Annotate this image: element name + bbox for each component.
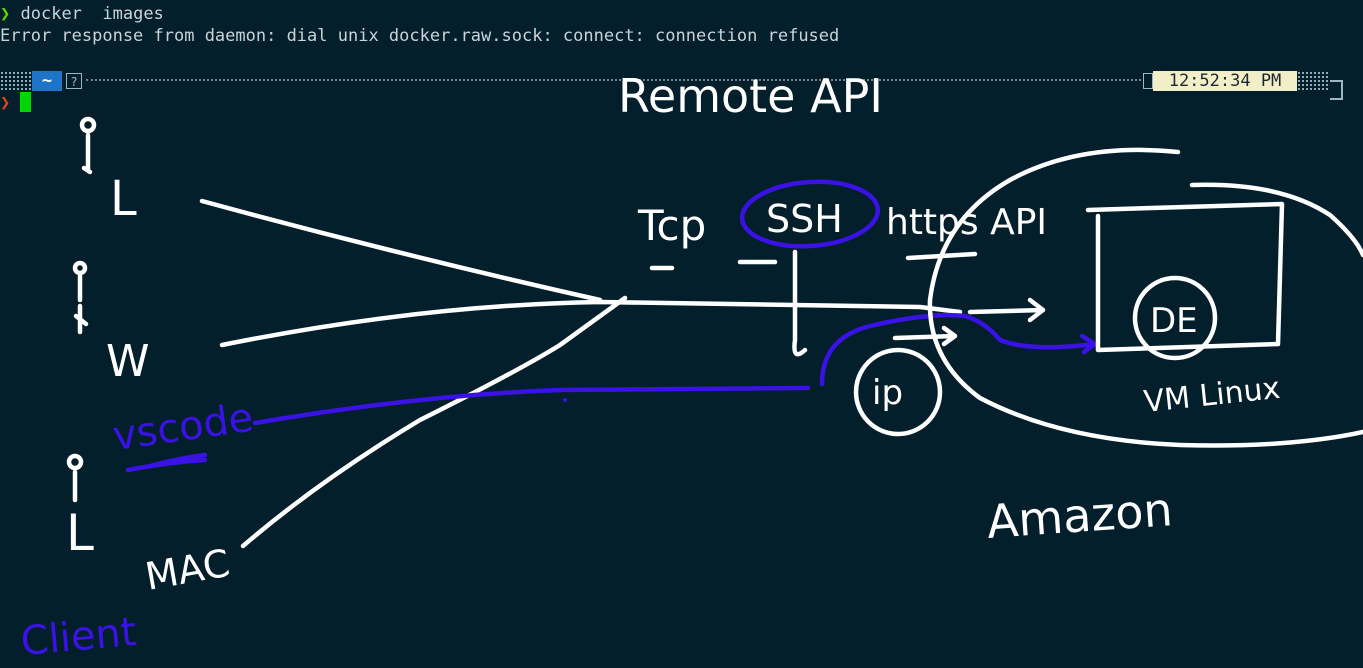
ssh-circle <box>739 179 881 249</box>
client-label-mac: MAC <box>142 541 233 599</box>
protocol-ssh: SSH <box>766 197 843 241</box>
connection-line-l <box>199 198 603 303</box>
vscode-underline <box>125 452 208 473</box>
prompt-corner-bracket <box>1330 80 1343 100</box>
prompt-status-bar: ~ ? 12:52:34 PM <box>0 70 1363 100</box>
clock-segment-cap <box>1143 73 1153 89</box>
ssh-drop-line <box>792 249 808 357</box>
vscode-label: vscode <box>110 395 256 460</box>
clock-time: 12:52:34 PM <box>1153 71 1297 91</box>
annotation-overlay: Remote API L W L MAC Tcp SSH https API v… <box>19 69 1363 665</box>
text-cursor[interactable] <box>20 92 31 112</box>
input-prompt-arrow-icon: ❯ <box>0 93 11 113</box>
client-label: Client <box>19 609 138 665</box>
error-output: Error response from daemon: dial unix do… <box>0 26 840 46</box>
command-text: docker images <box>20 4 164 24</box>
client-label-l: L <box>110 171 137 227</box>
prompt-filler-dots <box>86 79 1141 81</box>
prompt-arrow-icon: ❯ <box>0 4 11 24</box>
connection-line-w <box>219 299 963 348</box>
de-circle <box>1132 275 1218 361</box>
blue-tunnel-arrow <box>819 312 1098 387</box>
prompt-segment-decoration <box>0 71 32 91</box>
vm-linux-label: VM Linux <box>1142 371 1282 420</box>
ip-circle <box>853 347 943 437</box>
terminal-window[interactable]: ❯ docker images Error response from daem… <box>0 0 1363 668</box>
current-directory: ~ <box>32 71 62 91</box>
command-line: ❯ docker images <box>0 3 164 25</box>
vm-box <box>1085 201 1285 353</box>
client-label-l-bottom: L <box>66 504 94 562</box>
protocol-https-api: https API <box>886 202 1047 243</box>
arrow-into-vm <box>967 297 1046 323</box>
connection-line-mac <box>240 295 628 549</box>
person-icon-bottom <box>66 453 84 503</box>
help-icon: ? <box>66 73 82 89</box>
https-underline <box>905 251 978 261</box>
client-label-w: W <box>106 336 150 387</box>
amazon-label: Amazon <box>985 482 1174 549</box>
ink-dot <box>563 398 567 402</box>
person-icon-top <box>79 116 97 175</box>
de-label: DE <box>1150 301 1198 341</box>
amazon-cloud-outline <box>927 147 1363 448</box>
prompt-segment-decoration-right <box>1297 71 1329 91</box>
vscode-connection-line <box>252 385 811 426</box>
protocol-tcp: Tcp <box>637 201 706 250</box>
arrow-ip <box>892 325 958 347</box>
ip-label: ip <box>872 373 903 413</box>
person-icon-middle <box>72 260 89 335</box>
